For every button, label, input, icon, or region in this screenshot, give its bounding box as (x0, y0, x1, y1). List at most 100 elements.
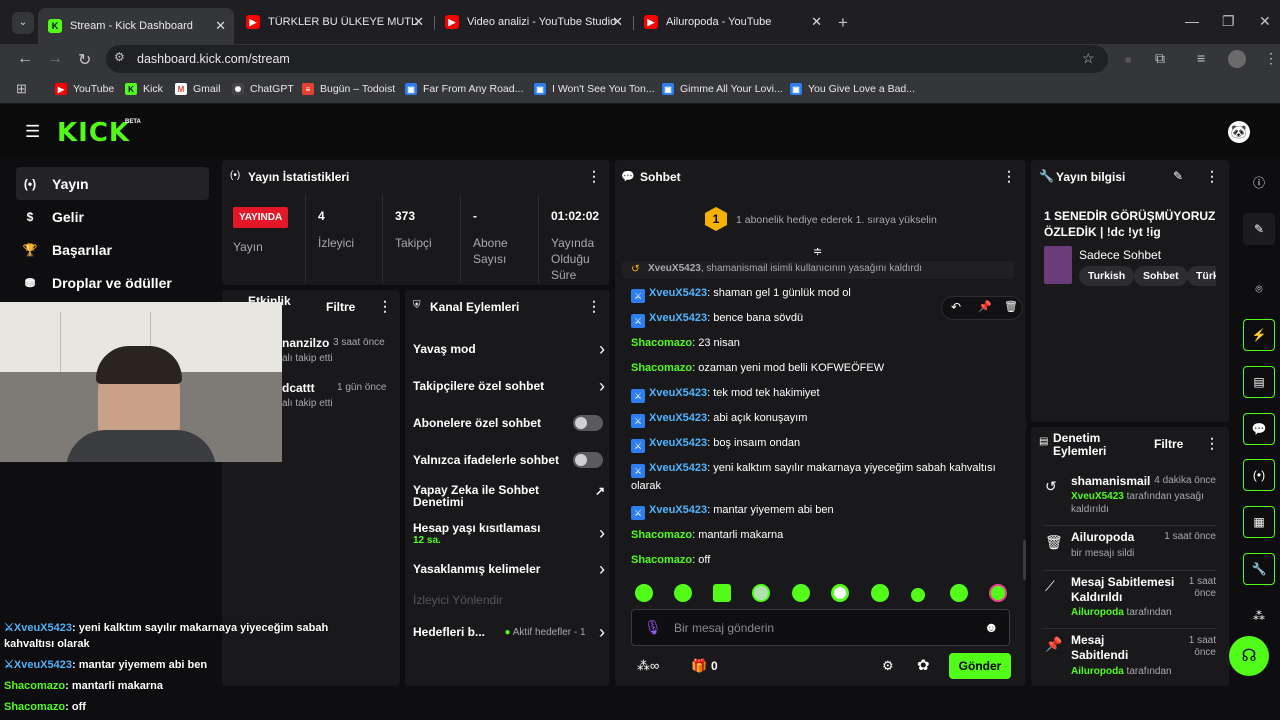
bookmark-you-give-love[interactable]: ▣ You Give Love a Bad... (790, 82, 915, 96)
bookmark-gmail[interactable]: M Gmail (175, 82, 220, 96)
minimize-window-icon[interactable]: — (1185, 13, 1199, 29)
chat-username[interactable]: XveuX5423 (649, 504, 707, 516)
microphone-icon[interactable]: 🎙 (644, 619, 662, 636)
info-icon[interactable]: ⓘ (1243, 166, 1275, 198)
extensions-puzzle-icon[interactable]: ⧉ (1155, 50, 1165, 67)
gift-banner-text[interactable]: 1 abonelik hediye ederek 1. sıraya yükse… (736, 214, 937, 226)
new-tab-icon[interactable]: + (838, 13, 848, 33)
chat-username[interactable]: Shacomazo (631, 529, 692, 541)
emote-icon[interactable] (831, 584, 849, 602)
gift-icon[interactable]: 🎁 (691, 658, 707, 674)
camera-icon[interactable]: ⌾ (1243, 273, 1275, 305)
chat-input[interactable]: 🎙 Bir mesaj gönderin ☻ (631, 609, 1010, 646)
stats-menu-icon[interactable]: ⋮ (587, 168, 601, 185)
subs-only-toggle[interactable] (573, 415, 603, 431)
category-thumbnail[interactable] (1044, 246, 1072, 284)
bookmark-far-from-any-road[interactable]: ▣ Far From Any Road... (405, 82, 523, 96)
back-arrow-icon[interactable]: ← (17, 50, 33, 68)
lightning-icon[interactable]: ⚡ (1243, 319, 1275, 351)
emote-icon[interactable] (989, 584, 1007, 602)
tab-youtube-studio[interactable]: ▶ Video analizi - YouTube Studio ✕ (435, 8, 631, 36)
nav-stream[interactable]: (•) Yayın (16, 167, 209, 200)
wrench-icon[interactable]: 🔧 (1243, 553, 1275, 585)
moderation-menu-icon[interactable]: ⋮ (1205, 435, 1219, 452)
layout-icon[interactable]: ▦ (1243, 506, 1275, 538)
edit-pencil-icon[interactable]: ✎ (1243, 213, 1275, 245)
banned-words-row[interactable]: Yasaklanmış kelimeler › (413, 559, 605, 579)
broadcast-icon[interactable]: (•) (1243, 459, 1275, 491)
send-button[interactable]: Gönder (949, 653, 1011, 679)
emote-icon[interactable] (674, 584, 692, 602)
emote-icon[interactable] (752, 584, 770, 602)
slow-mode-row[interactable]: Yavaş mod › (413, 339, 605, 359)
browser-menu-icon[interactable]: ⋮ (1264, 50, 1278, 67)
ai-moderation-row[interactable]: Yapay Zeka ile Sohbet Denetimi ↗ (413, 484, 605, 510)
chat-menu-icon[interactable]: ⋮ (1002, 168, 1016, 185)
mod-actor[interactable]: Ailuropoda (1071, 666, 1124, 677)
close-tab-icon[interactable]: ✕ (811, 14, 822, 30)
address-bar[interactable]: ⚙ dashboard.kick.com/stream ☆ (106, 45, 1108, 73)
chat-username[interactable]: XveuX5423 (649, 312, 707, 324)
tag-chip[interactable]: Sohbet (1134, 266, 1188, 286)
emote-icon[interactable] (635, 584, 653, 602)
mod-item-title[interactable]: shamanismail (1071, 474, 1150, 488)
hamburger-menu-icon[interactable]: ☰ (25, 122, 40, 142)
close-tab-icon[interactable]: ✕ (612, 14, 623, 30)
mod-item-title[interactable]: Ailuropoda (1071, 530, 1134, 544)
moderation-filter-button[interactable]: Filtre (1154, 437, 1183, 451)
bookmark-kick[interactable]: K Kick (125, 82, 163, 96)
chat-scrollbar[interactable] (1023, 540, 1026, 580)
site-info-icon[interactable]: ⚙ (114, 50, 125, 64)
emote-icon[interactable] (713, 584, 731, 602)
followers-only-row[interactable]: Takipçilere özel sohbet › (413, 376, 605, 396)
tag-chip[interactable]: Türk (1187, 266, 1216, 286)
panda-avatar-icon[interactable]: 🐼 (1228, 121, 1250, 143)
kick-logo[interactable]: KICK (57, 118, 130, 148)
close-window-icon[interactable]: ✕ (1259, 13, 1271, 30)
forward-arrow-icon[interactable]: → (47, 50, 63, 68)
bookmark-todoist[interactable]: ≡ Bugün – Todoist (302, 82, 395, 96)
chat-username[interactable]: XveuX5423 (649, 387, 707, 399)
bookmark-chatgpt[interactable]: ✺ ChatGPT (232, 82, 294, 96)
maximize-window-icon[interactable]: ❐ (1222, 13, 1235, 30)
stream-info-menu-icon[interactable]: ⋮ (1205, 168, 1219, 185)
close-tab-icon[interactable]: ✕ (215, 18, 226, 34)
mod-actor[interactable]: XveuX5423 (1071, 491, 1124, 502)
profile-avatar[interactable] (1228, 50, 1246, 68)
nav-revenue[interactable]: $ Gelir (16, 200, 209, 233)
emote-picker-icon[interactable]: ✿ (917, 656, 930, 674)
category-name[interactable]: Sadece Sohbet (1079, 248, 1161, 262)
chat-username[interactable]: XveuX5423 (649, 437, 707, 449)
nav-drops-rewards[interactable]: ⛃ Droplar ve ödüller (16, 266, 209, 299)
nav-achievements[interactable]: 🏆 Başarılar (16, 233, 209, 266)
bookmark-gimme-all[interactable]: ▣ Gimme All Your Lovi... (662, 82, 783, 96)
chat-bubble-icon[interactable]: 💬 (1243, 413, 1275, 445)
emote-icon[interactable] (871, 584, 889, 602)
tab-search-button[interactable]: ⌄ (12, 12, 34, 34)
apps-grid-icon[interactable]: ⊞ (16, 81, 27, 97)
bookmark-star-icon[interactable]: ☆ (1082, 50, 1095, 67)
emote-icon[interactable] (792, 584, 810, 602)
edit-pencil-icon[interactable]: ✎ (1173, 169, 1183, 183)
tag-chip[interactable]: Turkish (1079, 266, 1135, 286)
goals-row[interactable]: Hedefleri b... ● Aktif hedefler - 1 › (413, 622, 605, 642)
emotes-only-toggle[interactable] (573, 452, 603, 468)
media-control-icon[interactable]: ≡ (1197, 50, 1205, 66)
account-age-row[interactable]: Hesap yaşı kısıtlaması 12 sa. › (413, 519, 605, 547)
bookmark-youtube[interactable]: ▶ YouTube (55, 82, 114, 96)
mod-actor[interactable]: Ailuropoda (1071, 607, 1124, 618)
tab-youtube-video[interactable]: ▶ TÜRKLER BU ÜLKEYE MUTLAKA ✕ (236, 8, 432, 36)
support-headset-icon[interactable]: ☊ (1229, 636, 1269, 676)
activity-filter-button[interactable]: Filtre (326, 300, 355, 314)
chat-username[interactable]: XveuX5423 (649, 412, 707, 424)
tab-kick-dashboard[interactable]: K Stream - Kick Dashboard ✕ (38, 8, 234, 44)
chat-username[interactable]: Shacomazo (631, 362, 692, 374)
document-icon[interactable]: ▤ (1243, 366, 1275, 398)
channel-points-icon[interactable]: ⁂∞ (637, 658, 659, 674)
more-icon[interactable]: ⁂ (1243, 600, 1275, 632)
extension-icon[interactable]: ● (1124, 51, 1132, 67)
close-tab-icon[interactable]: ✕ (413, 14, 424, 30)
emoji-icon[interactable]: ☻ (984, 619, 999, 635)
chat-username[interactable]: Shacomazo (631, 337, 692, 349)
reload-icon[interactable]: ↻ (78, 50, 91, 70)
